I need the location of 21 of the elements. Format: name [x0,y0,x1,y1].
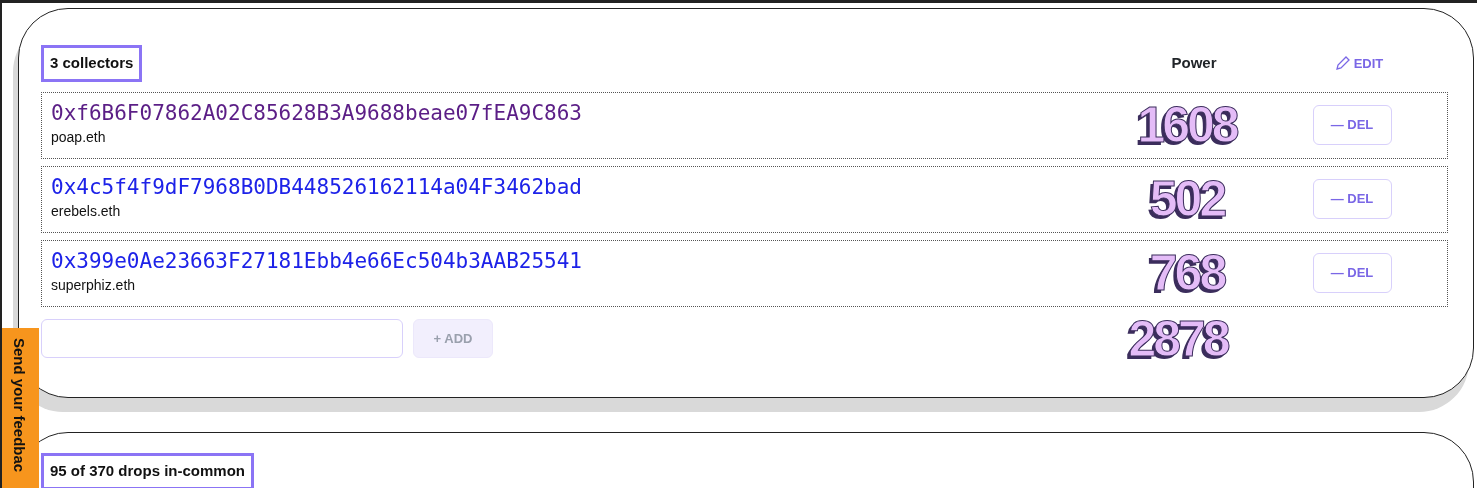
power-value: 768 [1148,248,1226,298]
ens-name: superphiz.eth [51,276,137,295]
pencil-icon [1334,55,1351,72]
feedback-tab[interactable]: Send your feedbac [2,328,39,488]
column-header: Power [1170,53,1218,73]
edit-button[interactable]: EDIT [1328,52,1390,74]
ens-name: erebels.eth [51,202,122,221]
ens-name: poap.eth [51,128,107,147]
section-title: 95 of 370 drops in-common [41,453,255,488]
address-link[interactable]: 0x399e0Ae23663F27181Ebb4e66Ec504b3AAB25541 [51,249,582,273]
add-button[interactable]: + ADD [413,319,493,358]
delete-button[interactable]: — DEL [1312,179,1392,219]
section-title: 3 collectors [41,45,143,82]
delete-button[interactable]: — DEL [1312,105,1392,145]
delete-button[interactable]: — DEL [1312,253,1392,293]
address-link[interactable]: 0x4c5f4f9dF7968B0DB448526162114a04F3462bad [51,175,582,199]
total-power: 2878 [1127,313,1230,364]
address-input[interactable] [41,319,403,358]
address-link[interactable]: 0xf6B6F07862A02C85628B3A9688beae07fEA9C863 [51,101,582,125]
power-value: 502 [1148,174,1226,224]
power-value: 1608 [1136,100,1239,150]
